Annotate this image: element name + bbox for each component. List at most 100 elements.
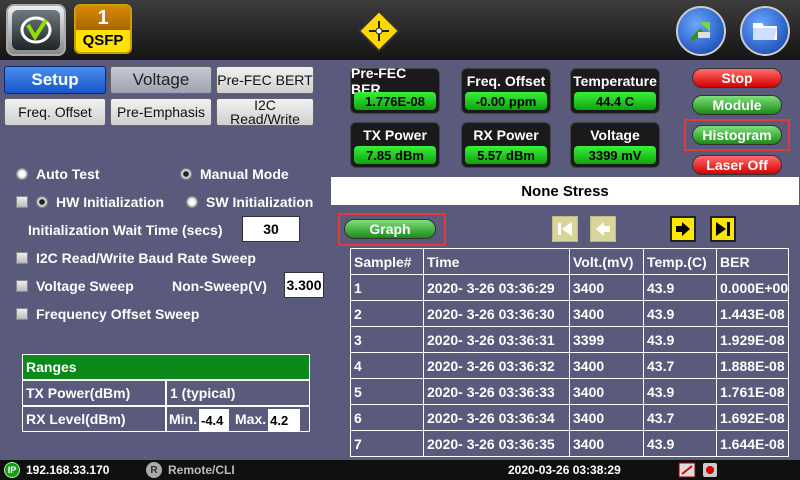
tab-setup[interactable]: Setup — [4, 66, 106, 94]
voltage-sweep-checkbox[interactable]: Voltage Sweep — [16, 278, 134, 294]
histogram-button[interactable]: Histogram — [692, 125, 782, 145]
results-table: Sample# Time Volt.(mV) Temp.(C) BER 1 202… — [350, 248, 790, 457]
hw-init-option[interactable]: HW Initialization — [16, 194, 164, 210]
first-page-button[interactable] — [552, 216, 578, 242]
table-cell: 1.929E-08 — [715, 326, 790, 353]
table-row[interactable]: 6 2020- 3-26 03:36:34 3400 43.7 1.692E-08 — [350, 404, 790, 431]
skip-first-icon — [558, 222, 572, 236]
table-row[interactable]: 5 2020- 3-26 03:36:33 3400 43.9 1.761E-08 — [350, 378, 790, 405]
manual-mode-radio[interactable]: Manual Mode — [180, 166, 289, 182]
table-row[interactable]: 2 2020- 3-26 03:36:30 3400 43.9 1.443E-08 — [350, 300, 790, 327]
table-cell: 1 — [350, 274, 424, 301]
laser-off-button[interactable]: Laser Off — [692, 155, 782, 175]
non-sweep-input[interactable]: 3.300 — [284, 272, 324, 298]
table-cell: 43.9 — [643, 430, 717, 457]
tx-power-label: TX Power(dBm) — [22, 380, 166, 406]
table-row[interactable]: 4 2020- 3-26 03:36:32 3400 43.7 1.888E-08 — [350, 352, 790, 379]
table-cell: 2020- 3-26 03:36:30 — [423, 300, 570, 327]
tab-voltage[interactable]: Voltage — [110, 66, 212, 94]
skip-last-icon — [716, 222, 730, 236]
table-cell: 2020- 3-26 03:36:33 — [423, 378, 570, 405]
open-folder-button[interactable] — [740, 6, 790, 56]
table-cell: 7 — [350, 430, 424, 457]
checkbox-icon — [16, 308, 28, 320]
tools-button[interactable] — [676, 6, 726, 56]
datetime: 2020-03-26 03:38:29 — [508, 463, 621, 477]
checkbox-icon[interactable] — [16, 196, 28, 208]
table-cell: 2020- 3-26 03:36:34 — [423, 404, 570, 431]
table-cell: 43.9 — [643, 300, 717, 327]
tx-power-value: 1 (typical) — [166, 380, 310, 406]
ip-icon: IP — [4, 462, 20, 478]
column-header: BER — [715, 248, 790, 275]
table-row[interactable]: 1 2020- 3-26 03:36:29 3400 43.9 0.000E+00 — [350, 274, 790, 301]
status-bar: IP 192.168.33.170 R Remote/CLI 2020-03-26 … — [0, 460, 800, 480]
metric-value: 1.776E-08 — [354, 92, 436, 110]
module-badge[interactable]: 1 QSFP — [74, 4, 132, 54]
stop-button[interactable]: Stop — [692, 68, 782, 88]
table-cell: 1.692E-08 — [715, 404, 790, 431]
last-page-button[interactable] — [710, 216, 736, 242]
table-cell: 43.7 — [643, 404, 717, 431]
table-cell: 43.9 — [643, 326, 717, 353]
freq-offset-sweep-checkbox[interactable]: Frequency Offset Sweep — [16, 306, 199, 322]
table-cell: 1.888E-08 — [715, 352, 790, 379]
ranges-row-tx: TX Power(dBm) 1 (typical) — [22, 380, 310, 406]
rx-level-values: Min. -4.4 Max. 4.2 — [166, 406, 310, 432]
folder-icon — [753, 23, 777, 40]
arrow-right-icon — [676, 222, 690, 236]
radio-icon — [16, 168, 28, 180]
tab-pre-emphasis[interactable]: Pre-Emphasis — [110, 98, 212, 126]
usb-icon — [678, 462, 696, 478]
radio-selected-icon — [180, 168, 192, 180]
ip-status: IP 192.168.33.170 — [4, 462, 109, 478]
init-wait-label: Initialization Wait Time (secs) — [28, 222, 223, 238]
table-cell: 3400 — [569, 274, 644, 301]
init-wait-input[interactable]: 30 — [242, 216, 300, 242]
stress-status: None Stress — [331, 177, 799, 205]
sw-init-radio[interactable]: SW Initialization — [186, 194, 313, 210]
crosshair-icon[interactable] — [356, 8, 402, 54]
home-button[interactable] — [6, 4, 66, 56]
top-bar: 1 QSFP — [0, 0, 800, 60]
module-type: QSFP — [76, 30, 130, 52]
tab-freq-offset[interactable]: Freq. Offset — [4, 98, 106, 126]
metric-value: 7.85 dBm — [354, 146, 436, 164]
table-cell: 3399 — [569, 326, 644, 353]
next-page-button[interactable] — [670, 216, 696, 242]
table-cell: 0.000E+00 — [715, 274, 790, 301]
table-cell: 3400 — [569, 430, 644, 457]
home-logo-icon — [12, 10, 60, 50]
status-icons — [678, 462, 718, 478]
table-cell: 3400 — [569, 378, 644, 405]
module-button[interactable]: Module — [692, 95, 782, 115]
network-icon — [703, 463, 717, 477]
remote-status: R Remote/CLI — [146, 462, 235, 478]
setup-panel: Setup Voltage Pre-FEC BERT Freq. Offset … — [0, 60, 326, 460]
previous-page-button[interactable] — [590, 216, 616, 242]
checkbox-icon — [16, 280, 28, 292]
checkbox-icon — [16, 252, 28, 264]
remote-icon: R — [146, 462, 162, 478]
min-input[interactable]: -4.4 — [199, 409, 229, 431]
metric-pre-fec-ber: Pre-FEC BER 1.776E-08 — [350, 65, 440, 114]
graph-button[interactable]: Graph — [344, 219, 436, 239]
table-cell: 1.443E-08 — [715, 300, 790, 327]
radio-selected-icon — [36, 196, 48, 208]
i2c-sweep-checkbox[interactable]: I2C Read/Write Baud Rate Sweep — [16, 250, 256, 266]
table-cell: 1.644E-08 — [715, 430, 790, 457]
tab-i2c-read-write[interactable]: I2C Read/Write — [216, 98, 314, 126]
table-cell: 43.7 — [643, 352, 717, 379]
table-cell: 3400 — [569, 300, 644, 327]
auto-test-radio[interactable]: Auto Test — [16, 166, 100, 182]
tools-icon — [690, 22, 710, 42]
ranges-title: Ranges — [22, 354, 310, 380]
metric-temperature: Temperature 44.4 C — [570, 68, 660, 114]
metric-value: 44.4 C — [574, 92, 656, 110]
metric-voltage: Voltage 3399 mV — [570, 122, 660, 168]
tab-pre-fec-bert[interactable]: Pre-FEC BERT — [216, 66, 314, 94]
table-row[interactable]: 3 2020- 3-26 03:36:31 3399 43.9 1.929E-08 — [350, 326, 790, 353]
table-row[interactable]: 7 2020- 3-26 03:36:35 3400 43.9 1.644E-08 — [350, 430, 790, 457]
column-header: Volt.(mV) — [569, 248, 644, 275]
max-input[interactable]: 4.2 — [268, 409, 301, 431]
